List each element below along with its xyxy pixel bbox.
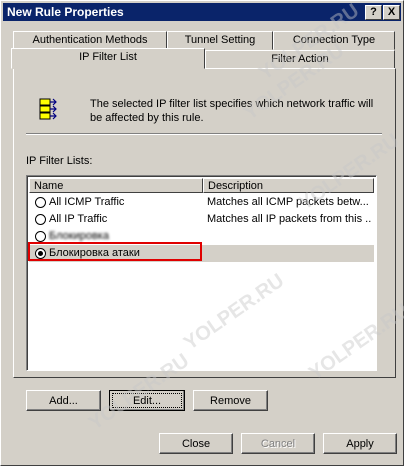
close-button[interactable]: Close (159, 433, 233, 454)
dialog-window: New Rule Properties ? X Authentication M… (0, 0, 404, 466)
ip-filter-lists-label: IP Filter Lists: (26, 155, 93, 167)
help-button[interactable]: ? (365, 5, 382, 20)
cancel-button[interactable]: Cancel (241, 433, 315, 454)
remove-button[interactable]: Remove (193, 390, 268, 411)
info-text: The selected IP filter list specifies wh… (90, 98, 374, 124)
list-item-description: Matches all IP packets from this ... (207, 213, 372, 225)
highlight-box (28, 242, 202, 261)
radio-button[interactable] (35, 197, 46, 208)
tab-ip-filter-list[interactable]: IP Filter List (11, 48, 205, 69)
tab-connection-type[interactable]: Connection Type (273, 31, 395, 50)
add-button[interactable]: Add... (26, 390, 101, 411)
column-header-name[interactable]: Name (29, 178, 203, 193)
list-item-name: All IP Traffic (49, 213, 108, 225)
column-header-description[interactable]: Description (203, 178, 374, 193)
radio-button[interactable] (35, 231, 46, 242)
filter-list-icon (39, 98, 57, 120)
ip-filter-list-view[interactable]: Name Description All ICMP Traffic Matche… (26, 175, 377, 371)
separator (26, 133, 382, 135)
tab-filter-action[interactable]: Filter Action (205, 50, 395, 69)
list-item-name: Блокировка (49, 230, 109, 242)
radio-button[interactable] (35, 214, 46, 225)
list-item[interactable]: All IP Traffic Matches all IP packets fr… (29, 211, 374, 228)
title-bar[interactable]: New Rule Properties ? X (3, 3, 401, 21)
list-item[interactable]: All ICMP Traffic Matches all ICMP packet… (29, 194, 374, 211)
list-item-description: Matches all ICMP packets betw... (207, 196, 369, 208)
list-item-name: All ICMP Traffic (49, 196, 125, 208)
close-window-button[interactable]: X (383, 5, 400, 20)
window-title: New Rule Properties (7, 5, 124, 19)
apply-button[interactable]: Apply (323, 433, 397, 454)
edit-button[interactable]: Edit... (109, 390, 185, 411)
